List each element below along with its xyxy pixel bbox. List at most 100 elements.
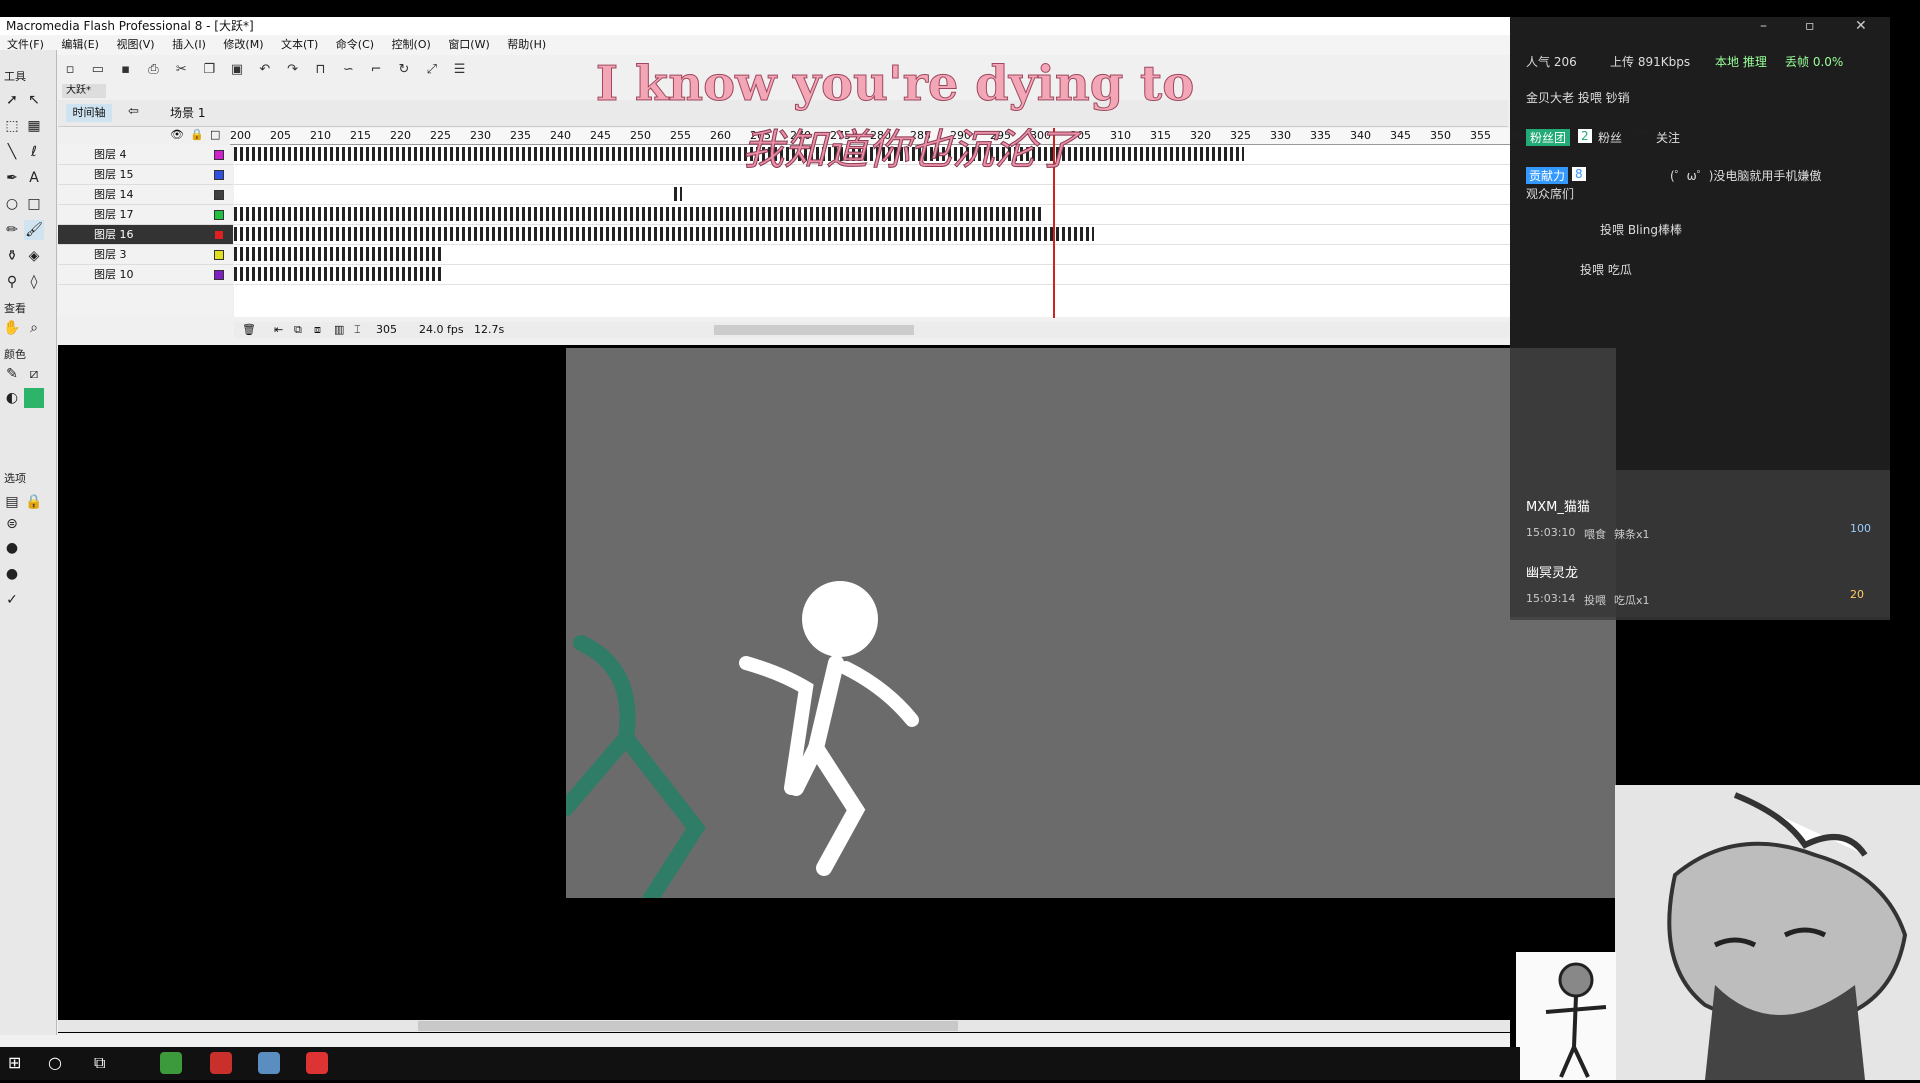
onion-skin-icon[interactable]: ⧉ (294, 322, 302, 338)
layer-row[interactable]: 图层 10 (58, 265, 233, 285)
text-tool-icon[interactable]: A (24, 168, 44, 188)
color-header: 颜色 (4, 348, 26, 361)
magnet-icon[interactable]: ⊓ (312, 62, 328, 78)
subselect-tool-icon[interactable]: ↖ (24, 90, 44, 110)
pen-tool-icon[interactable]: ✒ (2, 168, 22, 188)
maximize-icon[interactable]: ▫ (1805, 18, 1815, 34)
music-app-icon[interactable] (306, 1052, 328, 1074)
oval-tool-icon[interactable]: ○ (2, 194, 22, 214)
hand-tool-icon[interactable]: ✋ (2, 318, 22, 338)
scene-label[interactable]: 场景 1 (170, 104, 205, 122)
timeline-tab[interactable]: 时间轴 (66, 104, 112, 122)
new-file-icon[interactable]: ▫ (62, 62, 78, 78)
onion-markers-icon[interactable]: ⌶ (354, 322, 361, 338)
cut-icon[interactable]: ✂ (173, 62, 189, 78)
no-color-icon[interactable]: ⧄ (24, 364, 44, 384)
minimize-icon[interactable]: – (1760, 18, 1767, 34)
close-icon[interactable]: ✕ (1855, 18, 1867, 34)
layer-row-selected[interactable]: 图层 16 (58, 225, 233, 245)
brush-mode-icon[interactable]: ▤ (2, 492, 22, 512)
eyedropper-icon[interactable]: ⚲ (2, 272, 22, 292)
chat-time: 15:03:14 (1526, 592, 1576, 605)
popularity: 人气 206 (1526, 55, 1577, 69)
document-tab[interactable]: 大跃* (62, 84, 106, 98)
timeline-scrollbar[interactable] (714, 325, 914, 335)
layer-row[interactable]: 图层 15 (58, 165, 233, 185)
undo-icon[interactable]: ↶ (257, 62, 273, 78)
layer-row[interactable]: 图层 4 (58, 145, 233, 165)
fill-color-icon[interactable]: ◐ (2, 388, 22, 408)
frame-rate[interactable]: 24.0 fps (419, 322, 464, 338)
stage-canvas[interactable] (566, 348, 1616, 898)
lock-icon[interactable]: 🔒 (190, 128, 204, 141)
brush-option-icon[interactable]: ⊜ (2, 514, 22, 534)
scale-icon[interactable]: ⤢ (424, 62, 440, 78)
outline-icon[interactable]: □ (210, 128, 220, 141)
follow-button[interactable]: 关注 (1656, 129, 1680, 146)
fill-swatch[interactable] (24, 388, 44, 408)
align-icon[interactable]: ☰ (452, 62, 468, 78)
save-icon[interactable]: ▪ (118, 62, 134, 78)
view-header: 查看 (4, 302, 26, 315)
scroll-thumb[interactable] (418, 1021, 958, 1031)
menu-text[interactable]: 文本(T) (274, 35, 325, 55)
rotate-icon[interactable]: ↻ (396, 62, 412, 78)
free-transform-icon[interactable]: ⬚ (2, 116, 22, 136)
layer-row[interactable]: 图层 17 (58, 205, 233, 225)
flash-app-icon[interactable] (210, 1052, 232, 1074)
line-tool-icon[interactable]: ╲ (2, 142, 22, 162)
lasso-tool-icon[interactable]: ℓ (24, 142, 44, 162)
stroke-color-icon[interactable]: ✎ (2, 364, 22, 384)
chat-user: MXM_猫猫 (1526, 500, 1590, 515)
ink-bottle-icon[interactable]: ⚱ (2, 246, 22, 266)
stage-scrollbar[interactable] (58, 1020, 1510, 1032)
menu-help[interactable]: 帮助(H) (500, 35, 553, 55)
menu-edit[interactable]: 编辑(E) (54, 35, 106, 55)
brush-tool-icon[interactable]: 🖌 (24, 220, 44, 240)
explorer-icon[interactable] (258, 1052, 280, 1074)
menu-commands[interactable]: 命令(C) (329, 35, 381, 55)
start-icon[interactable]: ⊞ (8, 1053, 21, 1072)
onion-outline-icon[interactable]: ⧈ (314, 322, 321, 338)
browser-icon[interactable] (160, 1052, 182, 1074)
menu-view[interactable]: 视图(V) (109, 35, 161, 55)
ruler-tick: 315 (1150, 129, 1171, 142)
lock-fill-icon[interactable]: 🔒 (24, 492, 44, 512)
eye-icon[interactable]: 👁 (170, 128, 184, 141)
paint-bucket-icon[interactable]: ◈ (24, 246, 44, 266)
center-frame-icon[interactable]: ⇤ (274, 322, 283, 338)
straighten-icon[interactable]: ⌐ (368, 62, 384, 78)
redo-icon[interactable]: ↷ (285, 62, 301, 78)
fans-badge[interactable]: 粉丝团 (1526, 129, 1571, 146)
menu-insert[interactable]: 插入(I) (165, 35, 213, 55)
edit-multiple-icon[interactable]: ▥ (334, 322, 344, 338)
menu-control[interactable]: 控制(O) (385, 35, 438, 55)
window-title: Macromedia Flash Professional 8 - [大跃*] (0, 17, 1510, 35)
print-icon[interactable]: ⎙ (145, 62, 161, 78)
chat-item: 吃瓜x1 (1614, 594, 1650, 607)
pencil-tool-icon[interactable]: ✏ (2, 220, 22, 240)
layer-row[interactable]: 图层 3 (58, 245, 233, 265)
menu-window[interactable]: 窗口(W) (441, 35, 496, 55)
open-folder-icon[interactable]: ▭ (90, 62, 106, 78)
brush-size-icon[interactable]: ● (2, 538, 22, 558)
copy-icon[interactable]: ❐ (201, 62, 217, 78)
search-icon[interactable]: ○ (48, 1053, 62, 1072)
tools-header: 工具 (4, 70, 26, 83)
smooth-icon[interactable]: ∽ (340, 62, 356, 78)
zoom-tool-icon[interactable]: ⌕ (24, 318, 44, 338)
pressure-icon[interactable]: ✓ (2, 590, 22, 610)
rectangle-tool-icon[interactable]: □ (24, 194, 44, 214)
paste-icon[interactable]: ▣ (229, 62, 245, 78)
taskbar: ⊞ ○ ⧉ (0, 1047, 1520, 1080)
trash-icon[interactable]: 🗑 (242, 322, 256, 338)
task-view-icon[interactable]: ⧉ (94, 1053, 105, 1073)
menu-modify[interactable]: 修改(M) (216, 35, 270, 55)
selection-tool-icon[interactable]: ➚ (2, 90, 22, 110)
brush-shape-icon[interactable]: ● (2, 564, 22, 584)
back-arrow-icon[interactable]: ⇦ (128, 104, 139, 119)
chat-user: 幽冥灵龙 (1526, 566, 1579, 581)
layer-row[interactable]: 图层 14 (58, 185, 233, 205)
gradient-transform-icon[interactable]: ▦ (24, 116, 44, 136)
eraser-icon[interactable]: ◊ (24, 272, 44, 292)
